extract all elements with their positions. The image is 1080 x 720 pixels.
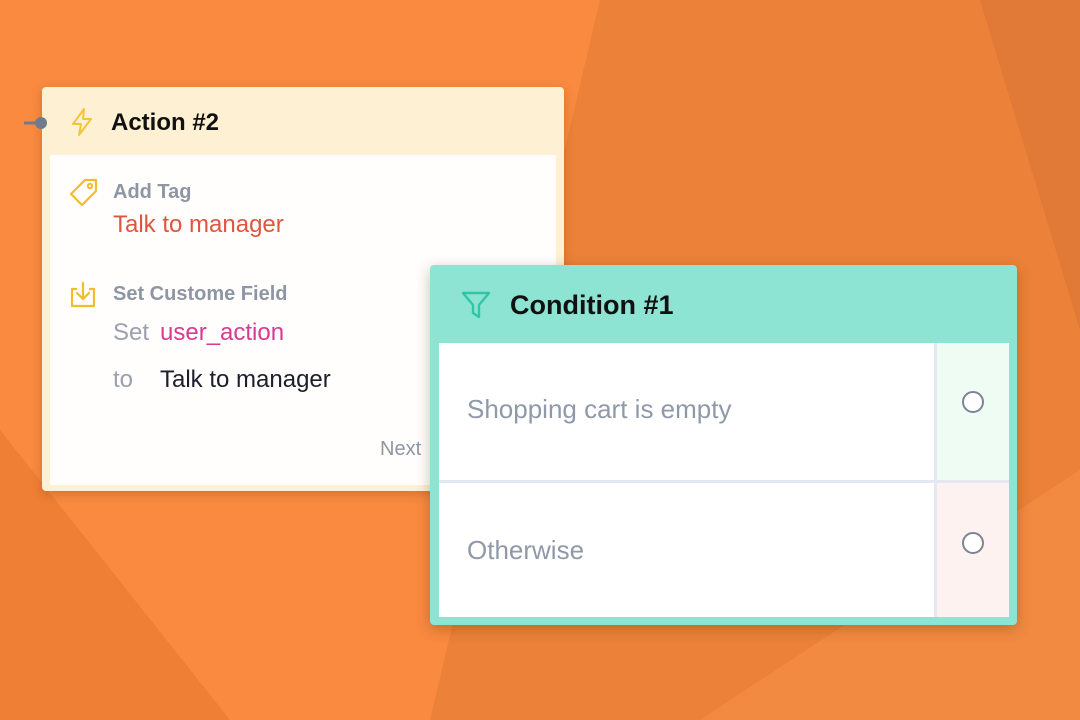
fail-outlet-circle-icon[interactable] [962,532,984,554]
condition-row[interactable]: Shopping cart is empty [439,343,1009,483]
field-variable[interactable]: user_action [160,319,284,347]
condition-row[interactable]: Otherwise [439,483,1009,617]
download-icon [70,281,96,308]
tag-icon [69,178,98,207]
tag-value[interactable]: Talk to manager [113,211,284,239]
set-word: Set [113,319,150,346]
condition-node[interactable]: Condition #1 Shopping cart is empty Othe… [430,265,1017,625]
condition-title: Condition #1 [510,290,674,320]
field-value[interactable]: Talk to manager [160,366,331,394]
lightning-bolt-icon [72,108,92,136]
canvas: { "colors": { "background": "#f7893f", "… [0,0,1080,720]
otherwise-label: Otherwise [467,535,585,565]
fail-outlet [934,483,1009,617]
action-title: Action #2 [111,109,220,136]
action-header[interactable]: Action #2 [42,87,564,155]
condition-label: Shopping cart is empty [467,394,732,424]
condition-body: Shopping cart is empty Otherwise [439,343,1009,617]
to-word: to [113,366,134,393]
success-outlet-circle-icon[interactable] [962,391,984,413]
success-outlet [934,343,1009,480]
add-tag-title: Add Tag [113,181,192,203]
set-field-title: Set Custome Field [113,283,288,305]
funnel-icon [461,291,491,319]
condition-header[interactable]: Condition #1 [430,265,1017,343]
next-outlet-label[interactable]: Next [380,438,421,461]
